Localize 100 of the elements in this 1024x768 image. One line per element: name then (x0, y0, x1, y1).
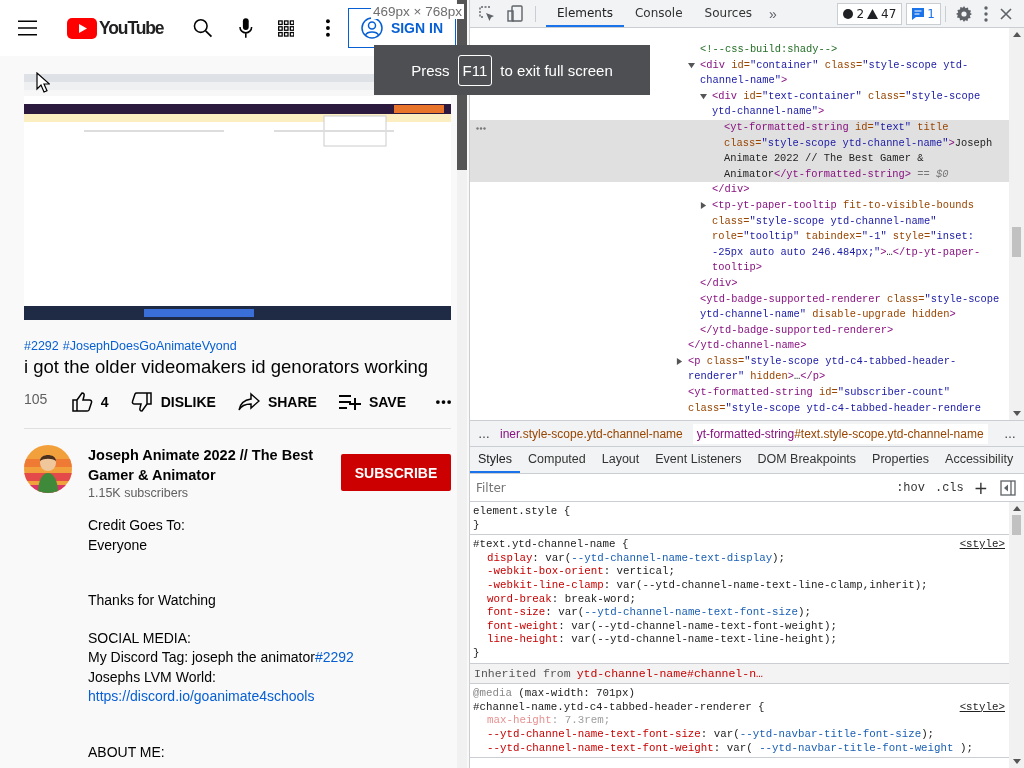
devtools-tab[interactable]: Elements (546, 0, 624, 27)
warning-count: 47 (881, 6, 897, 21)
sidebar-toggle-icon[interactable] (1000, 479, 1016, 496)
play-icon (67, 17, 98, 39)
expand-arrow-icon[interactable] (676, 357, 683, 365)
description-text: Everyone (88, 536, 148, 553)
dom-tree-row[interactable]: <yt-formatted-string id="text" title class="style-scope ytd-channel-name">Joseph Animate 2022 // The Best Gamer & Animator</yt-formatted-string> == $0 (470, 119, 1009, 183)
notice-text: Press (411, 61, 450, 79)
closing-brace: } (473, 518, 481, 533)
css-declaration[interactable]: word-break: break-word; (473, 592, 1005, 607)
classes-button[interactable]: .cls (932, 480, 966, 495)
save-button[interactable]: SAVE (338, 394, 406, 410)
scrollbar-thumb[interactable] (1012, 515, 1021, 535)
dom-tree-row[interactable]: </div> (470, 275, 1009, 292)
issues-badge[interactable]: 2 47 (837, 2, 903, 25)
apps-grid-icon[interactable] (277, 19, 294, 37)
sidebar-tab[interactable]: Styles (470, 447, 521, 473)
dom-tree-row[interactable]: <tp-yt-paper-tooltip fit-to-visible-bounds class="style-scope ytd-channel-name" role="tooltip" tabindex="-1" style="inset: -25px auto auto 246.484px;">…</tp-yt-paper-tooltip> (470, 197, 1009, 276)
dom-tree-row[interactable]: </ytd-channel-name> (470, 338, 1009, 354)
more-tabs-button[interactable]: » (763, 5, 783, 22)
more-options-icon[interactable] (326, 19, 330, 37)
dom-node-code: <div id="container" class="style-scope ytd-channel-name"> (700, 57, 970, 89)
notice-text: to exit full screen (500, 61, 613, 79)
dom-tree-row[interactable]: <ytd-badge-supported-renderer class="style-scope ytd-channel-name" disable-upgrade hidden> (470, 291, 1009, 323)
inherited-selector[interactable]: ytd-channel-name#channel-n… (576, 666, 763, 681)
channel-avatar[interactable] (24, 445, 72, 493)
scrollbar[interactable] (1009, 502, 1024, 768)
inspect-element-icon[interactable] (479, 5, 495, 22)
menu-icon[interactable] (18, 20, 38, 36)
css-selector[interactable]: element.style { (473, 505, 571, 519)
dom-tree-row[interactable]: <yt-formatted-string id="subscriber-count" class="style-scope ytd-c4-tabbed-header-rendere (470, 385, 1009, 417)
scroll-up-icon[interactable] (1012, 32, 1021, 37)
hashtag-link[interactable]: #2292 (24, 339, 59, 353)
youtube-logo[interactable]: YouTube (67, 17, 170, 39)
mouse-cursor-icon (36, 72, 50, 93)
hashtag-link[interactable]: #2292 (314, 649, 354, 665)
url-link[interactable]: https://discord.io/goanimate4schools (88, 688, 315, 704)
sidebar-tab[interactable]: Layout (593, 447, 648, 473)
devtools-tab[interactable]: Console (623, 0, 694, 27)
css-declaration[interactable]: line-height: var(--ytd-channel-name-text-line-height); (473, 633, 1005, 647)
scroll-up-icon[interactable] (1012, 506, 1021, 511)
new-rule-button[interactable]: + (971, 477, 990, 498)
close-icon[interactable] (1000, 7, 1012, 20)
css-declaration[interactable]: font-weight: var(--ytd-channel-name-text-font-weight); (473, 619, 1005, 634)
hashtag-link[interactable]: #JosephDoesGoAnimateVyond (62, 339, 237, 353)
description-text: Credit Goes To: (88, 517, 185, 533)
messages-badge[interactable]: 1 (906, 2, 941, 25)
dom-node-code: </div> (712, 182, 751, 198)
share-button[interactable]: SHARE (237, 392, 317, 412)
dom-tree-row[interactable]: <p class="style-scope ytd-c4-tabbed-header-renderer" hidden>…</p> (470, 353, 1009, 386)
breadcrumb-overflow[interactable]: … (1004, 426, 1016, 441)
hover-state-button[interactable]: :hov (894, 480, 927, 495)
scrollbar-thumb[interactable] (1012, 227, 1021, 257)
description-text: ABOUT ME: (88, 743, 165, 760)
message-icon (912, 7, 925, 20)
sidebar-tab[interactable]: Computed (520, 447, 594, 473)
expand-arrow-icon[interactable] (700, 201, 707, 209)
microphone-icon[interactable] (238, 18, 253, 38)
expand-arrow-icon[interactable] (700, 92, 707, 100)
subscribe-button[interactable]: SUBSCRIBE (341, 454, 451, 491)
sidebar-tab[interactable]: Accessibility (937, 447, 1022, 473)
channel-name[interactable]: Joseph Animate 2022 // The Best Gamer & Animator (88, 445, 318, 485)
css-declaration[interactable]: font-size: var(--ytd-channel-name-text-font-size); (473, 606, 1005, 620)
breadcrumb-overflow[interactable]: … (478, 426, 490, 441)
description-text: Josephs LVM World: (88, 668, 216, 685)
sidebar-tab[interactable]: Properties (864, 447, 938, 473)
dom-node-code: <p class="style-scope ytd-c4-tabbed-header-renderer" hidden>…</p> (688, 353, 958, 385)
media-query: @media (max-width: 701px) (473, 687, 636, 701)
expand-arrow-icon[interactable] (688, 61, 695, 69)
css-declaration[interactable]: --ytd-channel-name-text-font-weight: var( --ytd-navbar-title-font-weight ); (473, 741, 1005, 756)
scrollbar[interactable] (1009, 28, 1024, 420)
dom-tree-row[interactable]: </ytd-badge-supported-renderer> (470, 322, 1009, 339)
dislike-button[interactable]: DISLIKE (130, 391, 216, 413)
error-count: 2 (856, 6, 865, 21)
dom-node-code: <tp-yt-paper-tooltip fit-to-visible-bounds class="style-scope ytd-channel-name" role="tooltip" tabindex="-1" style="inset: -25px auto auto 246.484px;">…</tp-yt-paper-tooltip> (712, 197, 982, 276)
source-link[interactable]: <style> (959, 700, 1005, 715)
more-icon[interactable] (436, 400, 451, 404)
device-toolbar-icon[interactable] (507, 5, 523, 22)
sidebar-tab[interactable]: Event Listeners (647, 447, 750, 473)
css-selector[interactable]: #text.ytd-channel-name { (473, 538, 629, 552)
css-selector[interactable]: #channel-name.ytd-c4-tabbed-header-renderer { (473, 700, 765, 715)
error-icon (843, 8, 854, 19)
thumbs-up-icon (70, 391, 93, 413)
css-declaration[interactable]: -webkit-box-orient: vertical; (473, 565, 1005, 579)
css-declaration[interactable]: -webkit-line-clamp: var(--ytd-channel-name-text-line-clamp,inherit); (473, 578, 1005, 593)
breadcrumb[interactable]: iner.style-scope.ytd-channel-name (496, 423, 687, 444)
like-button[interactable]: 4 (70, 391, 109, 413)
devtools-tab[interactable]: Sources (693, 0, 764, 27)
source-link[interactable]: <style> (959, 538, 1005, 552)
dom-tree-row[interactable]: </div> (470, 182, 1009, 198)
settings-icon[interactable] (956, 5, 972, 22)
scroll-down-icon[interactable] (1012, 411, 1021, 416)
css-declaration[interactable]: --ytd-channel-name-text-font-size: var(--ytd-navbar-title-font-size); (473, 727, 1005, 742)
scroll-down-icon[interactable] (1012, 759, 1021, 764)
inherited-label: Inherited from (474, 666, 571, 681)
breadcrumb[interactable]: yt-formatted-string#text.style-scope.ytd-channel-name (692, 423, 988, 444)
search-icon[interactable] (193, 18, 213, 38)
sidebar-tab[interactable]: DOM Breakpoints (749, 447, 865, 473)
dom-tree-row[interactable]: <div id="text-container" class="style-scope ytd-channel-name"> (470, 88, 1009, 120)
css-declaration[interactable]: display: var(--ytd-channel-name-text-display); (473, 551, 1005, 566)
